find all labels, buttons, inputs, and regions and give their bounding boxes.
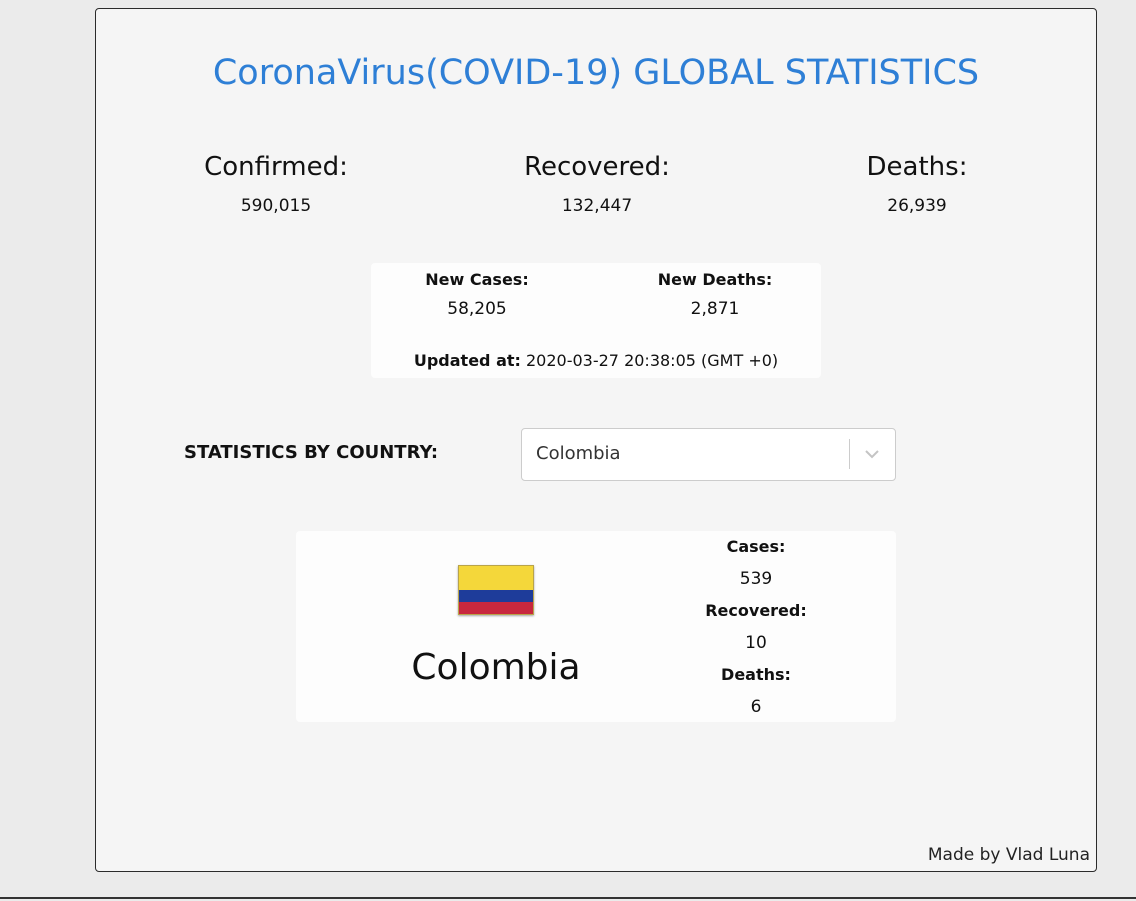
confirmed-stat: Confirmed: 590,015: [156, 152, 396, 216]
country-cases-value: 539: [739, 569, 773, 589]
confirmed-value: 590,015: [240, 196, 312, 216]
new-deaths-stat: New Deaths: 2,871: [615, 270, 815, 319]
deaths-value: 26,939: [887, 196, 947, 216]
updated-at: Updated at: 2020-03-27 20:38:05 (GMT +0): [371, 351, 821, 370]
deaths-label: Deaths:: [866, 152, 968, 182]
country-card: Colombia Cases: 539 Recovered: 10 Deaths…: [296, 531, 896, 722]
page-bottom-divider: [0, 897, 1136, 899]
flag-stripe-blue: [459, 590, 533, 602]
country-deaths-label: Deaths:: [721, 665, 791, 684]
country-selector-label: STATISTICS BY COUNTRY:: [184, 442, 439, 463]
dropdown-separator: [849, 439, 850, 469]
confirmed-label: Confirmed:: [204, 152, 348, 182]
recovered-value: 132,447: [561, 196, 633, 216]
recovered-label: Recovered:: [524, 152, 670, 182]
colombia-flag-icon: [458, 565, 534, 615]
new-deaths-value: 2,871: [690, 299, 740, 319]
country-deaths-value: 6: [750, 697, 762, 717]
country-select-value: Colombia: [536, 443, 621, 464]
recovered-stat: Recovered: 132,447: [477, 152, 717, 216]
country-recovered-value: 10: [745, 633, 767, 653]
new-deaths-label: New Deaths:: [657, 270, 773, 289]
new-cases-label: New Cases:: [425, 270, 529, 289]
page-title: CoronaVirus(COVID-19) GLOBAL STATISTICS: [212, 53, 980, 93]
country-name: Colombia: [411, 647, 581, 688]
flag-stripe-red: [459, 602, 533, 614]
country-recovered-label: Recovered:: [705, 601, 807, 620]
new-cases-stat: New Cases: 58,205: [377, 270, 577, 319]
flag-stripe-yellow: [459, 566, 533, 590]
country-stats: Cases: 539 Recovered: 10 Deaths: 6: [676, 537, 836, 729]
main-panel: CoronaVirus(COVID-19) GLOBAL STATISTICS …: [95, 8, 1097, 872]
updated-at-value: 2020-03-27 20:38:05 (GMT +0): [526, 351, 779, 370]
updated-at-label: Updated at:: [413, 351, 521, 370]
footer-credit: Made by Vlad Luna: [927, 845, 1090, 865]
daily-summary-box: New Cases: 58,205 New Deaths: 2,871 Upda…: [371, 263, 821, 378]
chevron-down-icon[interactable]: [860, 443, 884, 465]
country-cases-label: Cases:: [726, 537, 786, 556]
country-select-dropdown[interactable]: Colombia: [521, 428, 896, 481]
new-cases-value: 58,205: [447, 299, 507, 319]
deaths-stat: Deaths: 26,939: [797, 152, 1037, 216]
